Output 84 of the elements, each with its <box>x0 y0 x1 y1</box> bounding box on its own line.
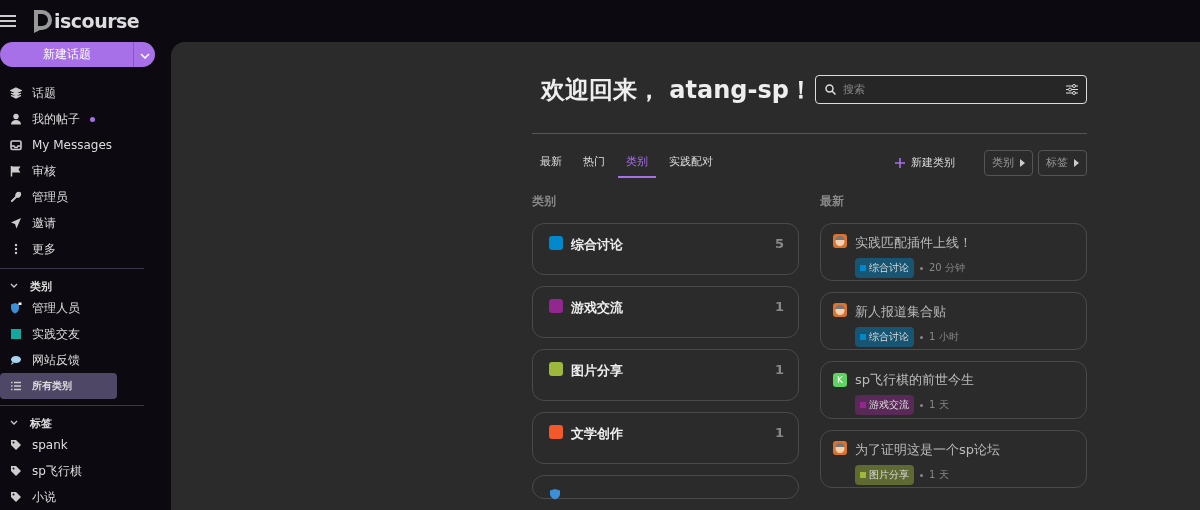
section-heading: 类别 <box>30 278 52 294</box>
topic-card[interactable]: 新人报道集合贴 综合讨论 1 小时 <box>820 292 1087 350</box>
topic-title[interactable]: 实践匹配插件上线！ <box>855 233 1074 252</box>
flag-icon <box>10 165 22 177</box>
category-name: 文学创作 <box>571 425 624 443</box>
separator-dot <box>920 335 923 339</box>
tag-icon <box>10 491 22 503</box>
category-card[interactable]: 文学创作 1 <box>532 412 799 464</box>
category-badge[interactable]: 综合讨论 <box>855 327 914 347</box>
nav-tab[interactable]: 类别 <box>618 147 656 178</box>
category-card[interactable]: 图片分享 1 <box>532 349 799 401</box>
separator-dot <box>920 473 923 477</box>
list-icon <box>10 380 22 392</box>
filter-settings-icon[interactable] <box>1066 84 1078 95</box>
sidebar-item[interactable]: 所有类别 <box>0 373 117 399</box>
speech-bubble-icon <box>10 354 22 366</box>
sidebar-item[interactable]: 实践交友 <box>0 321 117 347</box>
topic-count: 1 <box>774 425 784 440</box>
caret-icon <box>1020 158 1025 167</box>
sidebar-item[interactable]: 小说 <box>0 484 117 510</box>
tag-icon <box>10 439 22 451</box>
plus-icon <box>895 157 905 168</box>
topic-title[interactable]: 为了证明这是一个sp论坛 <box>855 440 1074 459</box>
sidebar-item[interactable]: spank <box>0 432 117 458</box>
new-category-button[interactable]: 新建类别 <box>889 154 961 171</box>
logo-text: iscourse <box>54 10 140 32</box>
category-name: 图片分享 <box>571 362 624 380</box>
sidebar-item[interactable]: 话题 <box>0 80 144 106</box>
user-icon <box>10 113 22 125</box>
nav-tab[interactable]: 最新 <box>532 147 570 178</box>
shield-lock-icon <box>10 302 22 314</box>
sidebar-item[interactable]: 更多 <box>0 236 144 262</box>
dropdown-button[interactable] <box>133 42 155 67</box>
separator-dot <box>920 266 923 270</box>
welcome-title: 欢迎回来， atang-sp！ <box>541 74 813 106</box>
sidebar-item[interactable]: 管理员 <box>0 184 144 210</box>
chevron-icon[interactable] <box>10 420 18 426</box>
topic-title[interactable]: 新人报道集合贴 <box>855 302 1074 321</box>
topic-card[interactable]: 为了证明这是一个sp论坛 图片分享 1 天 <box>820 430 1087 488</box>
caret-icon <box>1074 158 1079 167</box>
topic-age: 1 天 <box>929 468 949 482</box>
category-name: 综合讨论 <box>571 236 624 254</box>
sidebar-item[interactable]: 审核 <box>0 158 144 184</box>
nav-tab[interactable]: 热门 <box>575 147 613 178</box>
search-icon <box>825 84 836 95</box>
layers-icon <box>10 87 22 99</box>
inbox-icon <box>10 139 22 151</box>
sidebar-item[interactable]: 我的帖子 <box>0 106 144 132</box>
category-badge[interactable]: 游戏交流 <box>855 395 914 415</box>
sidebar-item[interactable]: 管理人员 <box>0 295 117 321</box>
separator-dot <box>920 403 923 407</box>
paper-plane-icon <box>10 217 22 229</box>
topic-card[interactable]: K sp飞行棋的前世今生 游戏交流 1 天 <box>820 361 1087 419</box>
topic-card[interactable]: 实践匹配插件上线！ 综合讨论 20 分钟 <box>820 223 1087 281</box>
sidebar-item[interactable]: 邀请 <box>0 210 144 236</box>
topic-count: 1 <box>774 299 784 314</box>
filter-dropdown[interactable]: 标签 <box>1038 149 1087 176</box>
sidebar-item[interactable]: sp飞行棋 <box>0 458 117 484</box>
topic-title[interactable]: sp飞行棋的前世今生 <box>855 371 1074 389</box>
category-card[interactable]: 综合讨论 5 <box>532 223 799 275</box>
sidebar-item[interactable]: 网站反馈 <box>0 347 117 373</box>
category-name: 游戏交流 <box>571 299 624 317</box>
shield-icon <box>549 488 561 500</box>
category-card[interactable]: 游戏交流 1 <box>532 286 799 338</box>
sidebar-item[interactable]: My Messages <box>0 132 144 158</box>
topic-age: 20 分钟 <box>929 261 965 275</box>
topic-age: 1 天 <box>929 398 949 412</box>
topic-age: 1 小时 <box>929 330 959 344</box>
wrench-icon <box>10 191 22 203</box>
category-badge[interactable]: 综合讨论 <box>855 258 914 278</box>
category-badge[interactable]: 图片分享 <box>855 465 914 485</box>
section-heading: 标签 <box>30 415 52 431</box>
menu-icon[interactable] <box>0 14 16 28</box>
search-field[interactable]: 搜索 <box>815 75 1087 104</box>
nav-tab[interactable]: 实践配对 <box>661 147 721 178</box>
column-heading: 最新 <box>820 193 845 210</box>
topic-count: 5 <box>774 236 784 251</box>
chevron-icon <box>140 52 150 59</box>
tag-icon <box>10 465 22 477</box>
logo-icon <box>32 8 54 34</box>
filter-dropdown[interactable]: 类别 <box>984 149 1033 176</box>
topic-count: 1 <box>774 362 784 377</box>
column-heading: 类别 <box>532 193 557 210</box>
chevron-icon[interactable] <box>10 283 18 289</box>
